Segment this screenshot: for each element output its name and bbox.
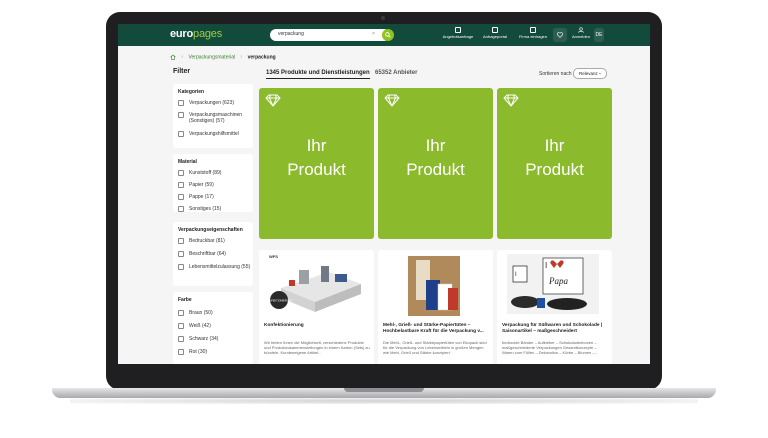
heart-icon	[557, 32, 563, 38]
filter-group-title: Material	[178, 159, 197, 165]
svg-text:I: I	[545, 261, 547, 270]
nav-register-company[interactable]: Firma eintragen	[515, 27, 551, 43]
laptop-notch	[344, 388, 424, 392]
product-card[interactable]: WFS KONFEKTIONIERUNG Konfektionierung Wi…	[259, 250, 374, 364]
filter-group-material: Material Kunststoff (89) Papier (59) Pap…	[173, 154, 253, 212]
diamond-icon	[265, 94, 281, 107]
checkbox[interactable]	[178, 238, 184, 244]
diamond-icon	[384, 94, 400, 107]
filter-group-categories: Kategorien Verpackungen (623) Verpackung…	[173, 84, 253, 148]
filter-group-title: Farbe	[178, 297, 192, 303]
filter-group-title: Verpackungseigenschaften	[178, 227, 243, 233]
product-title[interactable]: Verpackung für Süßwaren und Schokolade |…	[502, 323, 608, 335]
user-icon	[578, 27, 584, 33]
checkbox[interactable]	[178, 206, 184, 212]
checkbox[interactable]	[178, 131, 184, 137]
sort-select[interactable]: Relevanz ⌄	[573, 68, 607, 79]
checkbox[interactable]	[178, 112, 184, 118]
search-button[interactable]	[382, 29, 394, 41]
product-description: Die Mehl-, Grieß- und Stärkepapiertüten …	[383, 340, 487, 356]
chevron-down-icon: ⌄	[598, 70, 602, 75]
filter-group-packaging-properties: Verpackungseigenschaften Bedruckbar (81)…	[173, 222, 253, 286]
product-description: Wir bieten Ihnen die Möglichkeit, versch…	[264, 340, 370, 356]
checkbox[interactable]	[178, 251, 184, 257]
checkbox[interactable]	[178, 100, 184, 106]
checkbox[interactable]	[178, 194, 184, 200]
promo-text: Ihr Produkt	[525, 136, 584, 179]
promo-tile[interactable]: Ihr Produkt	[497, 88, 612, 239]
search-input[interactable]: verpackung ×	[270, 29, 390, 41]
home-icon[interactable]	[170, 54, 176, 60]
promo-text: Ihr Produkt	[287, 136, 346, 179]
filter-group-color: Farbe Braun (50) Weiß (42) Schwarz (34) …	[173, 292, 253, 364]
svg-text:Papa: Papa	[548, 276, 568, 286]
clear-search-icon[interactable]: ×	[372, 31, 375, 37]
checkbox[interactable]	[178, 323, 184, 329]
nav-inquiry-portal[interactable]: Anfrageportal	[478, 27, 512, 43]
product-title[interactable]: Konfektionierung	[264, 323, 370, 329]
wfs-logo-text: WFS	[269, 254, 278, 259]
search-input-value: verpackung	[278, 31, 304, 37]
promo-tile[interactable]: Ihr Produkt	[378, 88, 493, 239]
search-icon	[385, 32, 391, 38]
product-title[interactable]: Mehl-, Grieß- und Stärke-Papiertüten – H…	[383, 323, 489, 335]
register-company-icon	[530, 27, 536, 33]
inquiry-portal-icon	[492, 27, 498, 33]
breadcrumb-separator: ›	[240, 54, 243, 61]
product-description: bedruckte Bänder – Aufkleber – Schokolad…	[502, 340, 598, 356]
promo-text: Ihr Produkt	[406, 136, 465, 179]
site-header: europages verpackung × Angebotsanfrage A…	[118, 24, 650, 46]
europages-logo[interactable]: europages	[170, 28, 222, 40]
product-card[interactable]: I I Papa Verpackung für Süßwaren und Sch…	[497, 250, 612, 364]
sort-label: Sortieren nach	[539, 71, 572, 77]
breadcrumb-link[interactable]: Verpackungsmaterial	[188, 54, 235, 60]
breadcrumb-current: verpackung	[247, 54, 276, 61]
language-switcher[interactable]: DE	[594, 28, 604, 42]
tab-products[interactable]: 1345 Produkte und Dienstleistungen	[266, 70, 370, 79]
product-image: I I Papa	[497, 250, 612, 320]
laptop-shadow	[70, 398, 698, 404]
nav-quote-request[interactable]: Angebotsanfrage	[440, 27, 476, 43]
nav-login[interactable]: Anmelden	[570, 27, 592, 43]
checkbox[interactable]	[178, 182, 184, 188]
promo-tile[interactable]: Ihr Produkt	[259, 88, 374, 239]
favorites-button[interactable]	[553, 28, 567, 42]
checkbox[interactable]	[178, 264, 184, 270]
product-image: WFS KONFEKTIONIERUNG	[259, 250, 374, 320]
diamond-icon	[503, 94, 519, 107]
checkbox[interactable]	[178, 349, 184, 355]
filter-group-title: Kategorien	[178, 89, 205, 95]
image-caption: KONFEKTIONIERUNG	[266, 299, 293, 303]
webcam	[381, 16, 385, 20]
checkbox[interactable]	[178, 310, 184, 316]
browser-viewport: europages verpackung × Angebotsanfrage A…	[118, 24, 650, 364]
checkbox[interactable]	[178, 336, 184, 342]
filter-heading: Filter	[173, 68, 191, 75]
product-image	[378, 250, 493, 320]
product-card[interactable]: Mehl-, Grieß- und Stärke-Papiertüten – H…	[378, 250, 493, 364]
tab-suppliers[interactable]: 65352 Anbieter	[375, 70, 417, 76]
checkbox[interactable]	[178, 170, 184, 176]
breadcrumb-separator: ›	[181, 54, 184, 61]
breadcrumb: › Verpackungsmaterial › verpackung	[170, 54, 276, 60]
quote-request-icon	[455, 27, 461, 33]
